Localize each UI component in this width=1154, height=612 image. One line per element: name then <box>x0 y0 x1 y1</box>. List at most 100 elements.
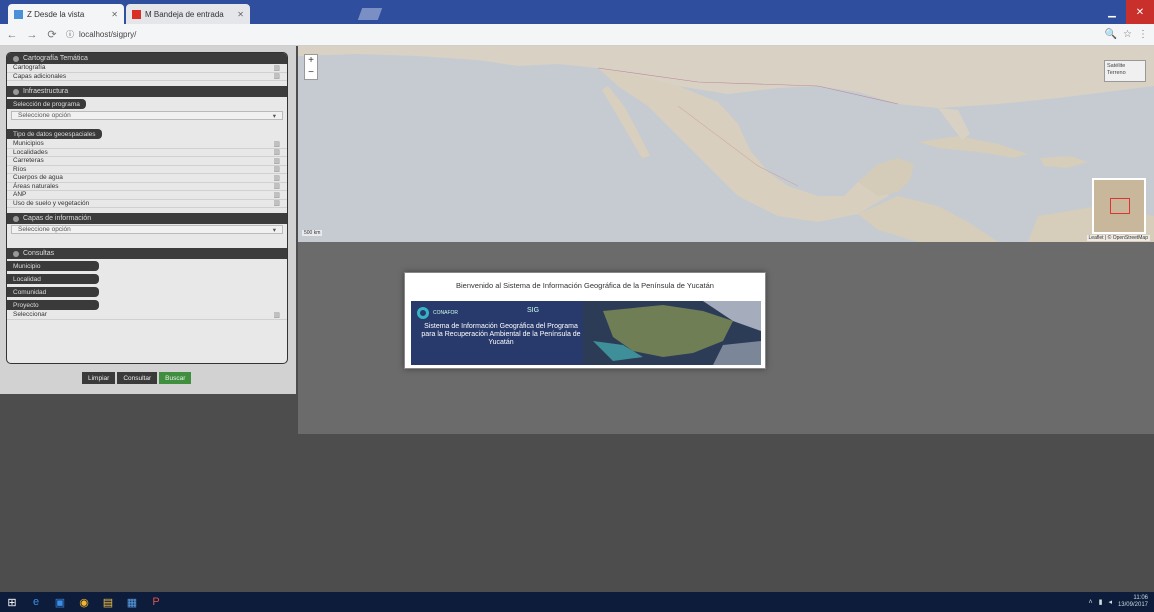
minimap[interactable] <box>1092 178 1146 234</box>
query-option[interactable]: Proyecto <box>7 300 99 310</box>
toggle-icon[interactable]: ▥ <box>273 191 280 199</box>
modal-title: Bienvenido al Sistema de Información Geo… <box>456 281 714 290</box>
layers-icon <box>13 88 19 95</box>
gmail-favicon-icon <box>132 9 141 19</box>
basemap-layer-control[interactable]: Satélite Terreno <box>1104 60 1146 82</box>
browser-tab-1[interactable]: Z Desde la vista ✕ <box>8 4 124 24</box>
address-bar: ← → ⟳ ⓘ localhost/sigpry/ 🔍 ☆ ⋮ <box>0 24 1154 46</box>
section-header-capas[interactable]: Capas de información <box>7 213 287 224</box>
section-header-cartografia[interactable]: Cartografía Temática <box>7 53 287 64</box>
sidebar-row[interactable]: Uso de suelo y vegetación ▥ <box>7 199 287 208</box>
row-label: Uso de suelo y vegetación <box>13 199 90 207</box>
sidebar-row[interactable]: Áreas naturales ▥ <box>7 182 287 191</box>
url-field[interactable]: ⓘ localhost/sigpry/ <box>66 27 1097 43</box>
powerpoint-icon[interactable]: P <box>144 592 168 612</box>
minimize-button[interactable]: ▁ <box>1098 0 1126 24</box>
zoom-icon[interactable]: 🔍 <box>1105 29 1117 40</box>
toggle-icon[interactable]: ▥ <box>273 199 280 207</box>
layer-select[interactable]: Seleccione opción ▾ <box>11 225 283 234</box>
sidebar-row[interactable]: Seleccionar ▥ <box>7 311 287 320</box>
toggle-icon[interactable]: ▥ <box>273 182 280 190</box>
minimap-viewport <box>1110 198 1130 214</box>
toggle-icon[interactable]: ▥ <box>273 165 280 173</box>
close-window-button[interactable]: ✕ <box>1126 0 1154 24</box>
store-icon[interactable]: ▣ <box>48 592 72 612</box>
sidebar-row[interactable]: Municipios ▥ <box>7 140 287 149</box>
volume-icon[interactable]: ◂ <box>1108 598 1112 606</box>
query-option[interactable]: Localidad <box>7 274 99 284</box>
section-header-infraestructura[interactable]: Infraestructura <box>7 86 287 97</box>
edge-icon[interactable]: e <box>24 592 48 612</box>
tab-close-icon[interactable]: ✕ <box>111 10 118 19</box>
explorer-icon[interactable]: ▤ <box>96 592 120 612</box>
toggle-icon[interactable]: ▥ <box>273 140 280 148</box>
browser-tab-2[interactable]: M Bandeja de entrada ✕ <box>126 4 250 24</box>
row-label: Localidades <box>13 148 48 156</box>
zoom-in-button[interactable]: + <box>308 56 314 66</box>
clock-date: 13/09/2017 <box>1117 602 1148 608</box>
logo-left: CONAFOR <box>417 307 458 319</box>
reload-button[interactable]: ⟳ <box>46 28 58 41</box>
new-tab-button[interactable] <box>357 8 383 20</box>
map-view[interactable]: + − Satélite Terreno 500 km Leaflet | © … <box>298 46 1154 242</box>
chevron-down-icon: ▾ <box>272 112 276 120</box>
select-value: Seleccione opción <box>18 226 71 233</box>
tab-close-icon[interactable]: ✕ <box>237 10 244 19</box>
sidebar: Cartografía Temática Cartografía ▥ Capas … <box>0 46 296 394</box>
sidebar-row[interactable]: Capas adicionales ▥ <box>7 72 287 81</box>
map-zoom-control: + − <box>304 54 318 80</box>
browser-menu-icon[interactable]: ⋮ <box>1138 29 1148 40</box>
back-button[interactable]: ← <box>6 29 18 41</box>
toggle-icon[interactable]: ▥ <box>273 157 280 165</box>
toggle-icon[interactable]: ▥ <box>273 174 280 182</box>
windows-start-icon[interactable]: ⊞ <box>0 592 24 612</box>
sidebar-row[interactable]: Cuerpos de agua ▥ <box>7 174 287 183</box>
row-label: Carreteras <box>13 157 44 165</box>
clock[interactable]: 11:06 13/09/2017 <box>1118 595 1148 609</box>
windows-taskbar: ⊞ e ▣ ◉ ▤ ▦ P ˄ ▮ ◂ 11:06 13/09/2017 <box>0 592 1154 612</box>
program-selection-label: Selección de programa <box>7 99 86 109</box>
layers-icon <box>13 215 19 222</box>
bookmark-star-icon[interactable]: ☆ <box>1123 29 1132 40</box>
layer-option[interactable]: Terreno <box>1107 70 1143 77</box>
sidebar-row[interactable]: Ríos ▥ <box>7 165 287 174</box>
chrome-icon[interactable]: ◉ <box>72 592 96 612</box>
forward-button[interactable]: → <box>26 29 38 41</box>
network-icon[interactable]: ▮ <box>1099 598 1103 606</box>
row-label: Capas adicionales <box>13 72 67 80</box>
layer-option[interactable]: Satélite <box>1107 63 1143 70</box>
row-label: Seleccionar <box>13 311 47 319</box>
toggle-icon[interactable]: ▥ <box>273 64 280 72</box>
query-option[interactable]: Municipio <box>7 261 99 271</box>
clear-button[interactable]: Limpiar <box>82 372 116 384</box>
sidebar-row[interactable]: Carreteras ▥ <box>7 157 287 166</box>
sidebar-row[interactable]: Cartografía ▥ <box>7 64 287 73</box>
sidebar-row[interactable]: ANP ▥ <box>7 191 287 200</box>
section-title: Infraestructura <box>23 88 69 95</box>
query-button[interactable]: Consultar <box>117 372 158 384</box>
app-icon[interactable]: ▦ <box>120 592 144 612</box>
query-option[interactable]: Comunidad <box>7 287 99 297</box>
row-label: Cuerpos de agua <box>13 174 63 182</box>
zoom-out-button[interactable]: − <box>308 68 314 78</box>
toggle-icon[interactable]: ▥ <box>273 311 280 319</box>
window-controls: ▁ ✕ <box>1098 0 1154 24</box>
sidebar-row[interactable]: Localidades ▥ <box>7 148 287 157</box>
program-select[interactable]: Seleccione opción ▾ <box>11 111 283 120</box>
row-label: Ríos <box>13 165 27 173</box>
toggle-icon[interactable]: ▥ <box>273 72 280 80</box>
row-label: Áreas naturales <box>13 182 59 190</box>
select-value: Seleccione opción <box>18 112 71 119</box>
tray-arrow-icon[interactable]: ˄ <box>1089 599 1093 606</box>
satellite-image <box>583 301 761 365</box>
url-text: localhost/sigpry/ <box>79 30 137 39</box>
toggle-icon[interactable]: ▥ <box>273 148 280 156</box>
search-button[interactable]: Buscar <box>159 372 192 384</box>
site-info-icon[interactable]: ⓘ <box>66 29 74 40</box>
section-header-consultas[interactable]: Consultas <box>7 248 287 259</box>
row-label: ANP <box>13 191 27 199</box>
map-attribution: Leaflet | © OpenStreetMap <box>1086 235 1150 241</box>
welcome-modal[interactable]: Bienvenido al Sistema de Información Geo… <box>404 272 766 369</box>
section-title: Consultas <box>23 250 55 257</box>
sidebar-panel: Cartografía Temática Cartografía ▥ Capas … <box>6 52 288 364</box>
